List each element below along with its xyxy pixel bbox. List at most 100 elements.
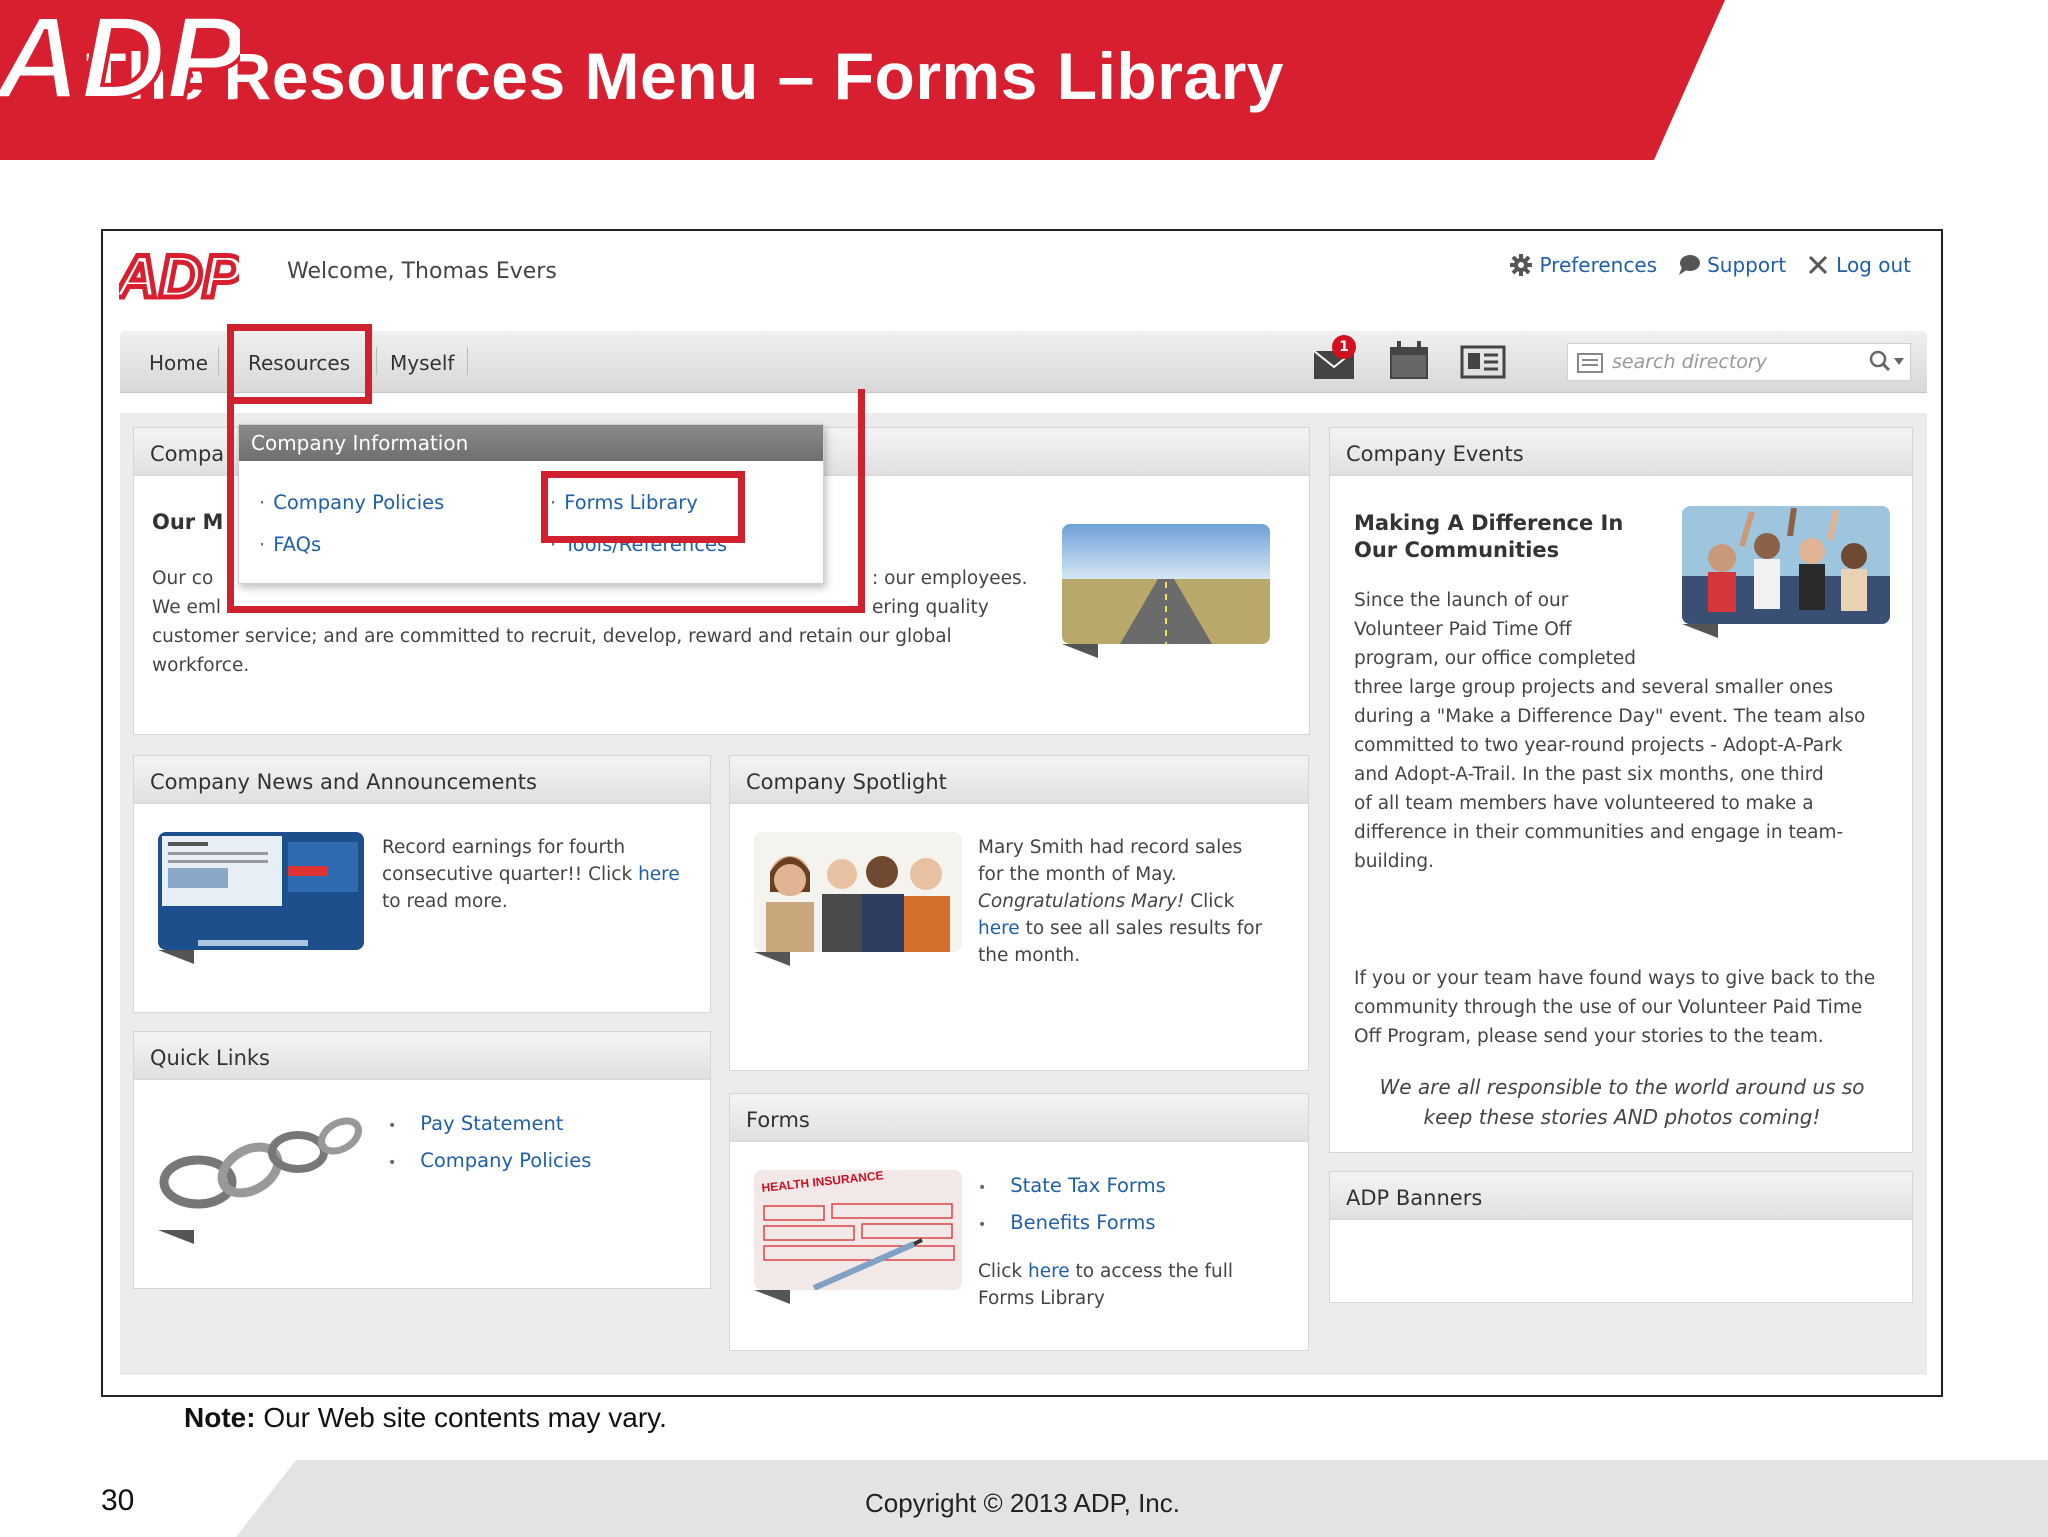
- image-tail: [754, 1290, 790, 1304]
- spotlight-here-link[interactable]: here: [978, 918, 1020, 939]
- panel-heading: Forms: [730, 1094, 1308, 1142]
- events-title: Making A Difference In Our Communities: [1354, 510, 1623, 564]
- adp-banners-panel: ADP Banners: [1329, 1171, 1913, 1303]
- copyright: Copyright © 2013 ADP, Inc.: [865, 1488, 1180, 1518]
- news-screen-image: [158, 832, 364, 950]
- events-p3-line: keep these stories AND photos coming!: [1423, 1105, 1821, 1129]
- nav-home[interactable]: Home: [149, 351, 208, 375]
- company-policies-link[interactable]: Company Policies: [388, 1149, 591, 1172]
- spotlight-team-photo: [754, 832, 962, 952]
- close-icon: [1809, 255, 1828, 275]
- portal-screenshot: ADP Welcome, Thomas Evers Preferences Su…: [101, 229, 1943, 1397]
- adp-logo-icon: ADP ®: [0, 0, 240, 112]
- search-icon[interactable]: [1866, 348, 1906, 376]
- events-p1-line: program, our office completed: [1354, 648, 1637, 669]
- search-directory-input[interactable]: [1612, 351, 1842, 373]
- image-tail: [754, 952, 790, 966]
- logout-label: Log out: [1836, 253, 1911, 277]
- events-p1-line: difference in their communities and enga…: [1354, 822, 1844, 843]
- calendar-icon: [1390, 341, 1428, 379]
- panel-heading: Company Events: [1330, 428, 1912, 476]
- forms-line1-rest: to access the full: [1069, 1261, 1233, 1282]
- news-line3: to read more.: [382, 891, 508, 912]
- company-spotlight-panel: Company Spotlight Mary Smith had record …: [729, 755, 1309, 1071]
- notification-badge: 1: [1332, 335, 1356, 359]
- spotlight-text: Mary Smith had record sales for the mont…: [978, 834, 1262, 969]
- about-line3: customer service; and are committed to r…: [152, 626, 952, 647]
- forms-click: Click: [978, 1261, 1028, 1282]
- contact-card-icon: [1460, 345, 1506, 379]
- spotlight-click: Click: [1184, 891, 1235, 912]
- directory-card-button[interactable]: [1460, 339, 1506, 381]
- events-p1-line: building.: [1354, 851, 1434, 872]
- benefits-forms-link[interactable]: Benefits Forms: [978, 1211, 1166, 1234]
- news-line2-text: consecutive quarter!! Click: [382, 864, 639, 885]
- about-line2-right: ering quality: [872, 597, 989, 618]
- state-tax-forms-link[interactable]: State Tax Forms: [978, 1174, 1165, 1197]
- image-tail: [1062, 644, 1098, 658]
- events-p2-line: community through the use of our Volunte…: [1354, 997, 1863, 1018]
- forms-panel: Forms HEALTH INSURANCE State Tax Form: [729, 1093, 1309, 1351]
- spotlight-line5: the month.: [978, 945, 1081, 966]
- nav-separator: [376, 347, 377, 375]
- news-text: Record earnings for fourth consecutive q…: [382, 834, 680, 915]
- adp-logo-text: ADP: [0, 0, 240, 112]
- search-box: [1567, 343, 1911, 381]
- forms-here-link[interactable]: here: [1028, 1261, 1070, 1282]
- support-link[interactable]: Support: [1677, 253, 1786, 277]
- messages-button[interactable]: 1: [1312, 335, 1358, 381]
- quick-links-panel: Quick Links Pay Statement Company Polici…: [133, 1031, 711, 1289]
- top-links: Preferences Support Log out: [1509, 253, 1911, 277]
- note: Note: Our Web site contents may vary.: [184, 1402, 667, 1434]
- about-line2-left: We eml: [152, 597, 222, 618]
- spotlight-congrats: Congratulations Mary!: [978, 891, 1185, 912]
- road-image: [1062, 524, 1270, 644]
- spotlight-line2: for the month of May.: [978, 864, 1177, 885]
- events-paragraph-3: We are all responsible to the world arou…: [1330, 1072, 1914, 1132]
- panel-heading: Company News and Announcements: [134, 756, 710, 804]
- events-p3-line: We are all responsible to the world arou…: [1379, 1075, 1865, 1099]
- nav-icon-group: 1: [1312, 335, 1506, 381]
- news-here-link[interactable]: here: [638, 864, 680, 885]
- events-p1-line: three large group projects and several s…: [1354, 677, 1834, 698]
- news-line2: consecutive quarter!! Click here: [382, 861, 680, 888]
- spotlight-line4: here to see all sales results for: [978, 915, 1262, 942]
- events-p2-line: Off Program, please send your stories to…: [1354, 1026, 1824, 1047]
- note-text: Our Web site contents may vary.: [263, 1402, 667, 1433]
- events-paragraph-1: Since the launch of our Volunteer Paid T…: [1354, 586, 1865, 876]
- events-p1-line: Volunteer Paid Time Off: [1354, 619, 1572, 640]
- image-tail: [158, 1230, 194, 1244]
- panel-heading: Quick Links: [134, 1032, 710, 1080]
- note-label: Note:: [184, 1402, 256, 1433]
- app-adp-logo-icon[interactable]: ADP: [119, 247, 239, 305]
- pay-statement-link[interactable]: Pay Statement: [388, 1112, 591, 1135]
- slide-header: The Resources Menu – Forms Library ADP ®: [0, 0, 2048, 160]
- page-number: 30: [101, 1484, 135, 1517]
- slide-title: The Resources Menu – Forms Library: [86, 39, 1285, 113]
- company-events-panel: Company Events Making A Difference In Ou…: [1329, 427, 1913, 1153]
- support-label: Support: [1707, 253, 1787, 277]
- spotlight-line3: Congratulations Mary! Click: [978, 888, 1262, 915]
- panel-heading: Company Spotlight: [730, 756, 1308, 804]
- image-tail: [158, 950, 194, 964]
- main-nav: Home Resources Myself 1: [120, 331, 1927, 393]
- quick-links-list: Pay Statement Company Policies: [388, 1112, 591, 1186]
- logout-link[interactable]: Log out: [1806, 253, 1911, 277]
- spotlight-line4-text: to see all sales results for: [1019, 918, 1263, 939]
- about-line1-left: Our co: [152, 568, 214, 589]
- forms-text: Click here to access the full Forms Libr…: [978, 1258, 1233, 1312]
- preferences-link[interactable]: Preferences: [1509, 253, 1657, 277]
- nav-myself[interactable]: Myself: [390, 351, 454, 375]
- events-title-line1: Making A Difference In: [1354, 511, 1624, 535]
- gear-icon: [1510, 254, 1533, 276]
- speech-bubble-icon: [1679, 255, 1701, 275]
- welcome-message: Welcome, Thomas Evers: [287, 259, 557, 284]
- events-p1-line: and Adopt-A-Trail. In the past six month…: [1354, 764, 1824, 785]
- events-p1-line: Since the launch of our: [1354, 590, 1569, 611]
- spotlight-line1: Mary Smith had record sales: [978, 837, 1243, 858]
- calendar-button[interactable]: [1386, 339, 1432, 381]
- events-p1-line: committed to two year-round projects - A…: [1354, 735, 1843, 756]
- events-paragraph-2: If you or your team have found ways to g…: [1354, 964, 1875, 1051]
- chain-link-image: [158, 1110, 368, 1230]
- news-line1: Record earnings for fourth: [382, 837, 626, 858]
